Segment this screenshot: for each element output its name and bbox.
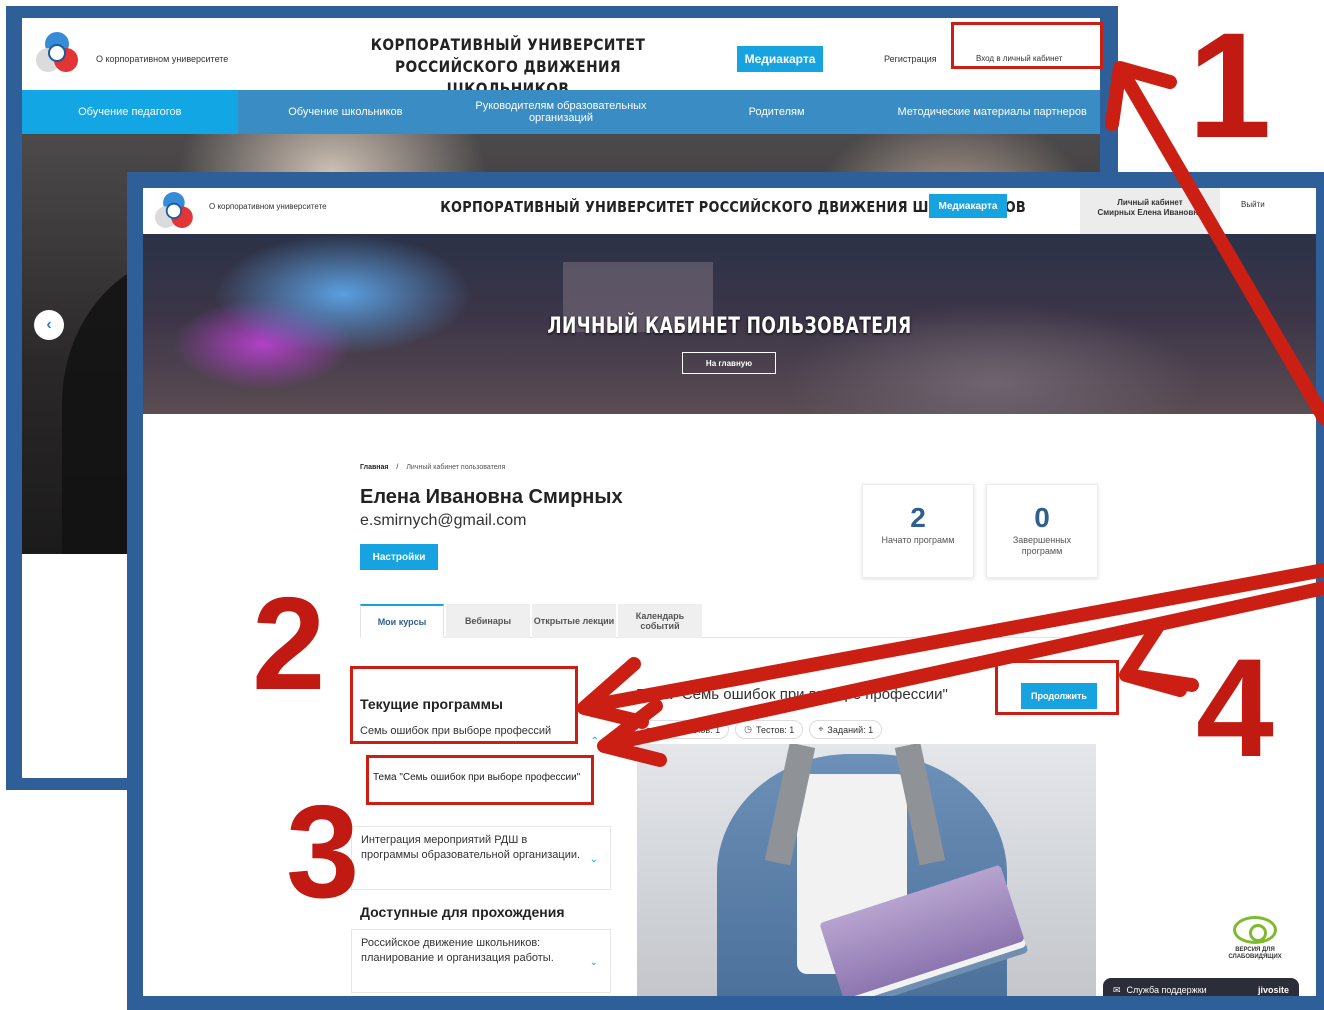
cabinet-menu[interactable]: Личный кабинет Смирных Елена Ивановна bbox=[1080, 188, 1220, 234]
support-chat-button[interactable]: ✉ Служба поддержки jivosite bbox=[1103, 978, 1299, 996]
logout-link[interactable]: Выйти bbox=[1241, 200, 1265, 209]
tasks-chip: ⌖ Заданий: 1 bbox=[809, 720, 883, 739]
program-label: Российское движение школьников: планиров… bbox=[361, 937, 554, 964]
chevron-down-icon[interactable]: ⌄ bbox=[590, 955, 598, 970]
cabinet-hero: Личный кабинет пользователя На главную bbox=[143, 234, 1316, 414]
eye-icon bbox=[1233, 916, 1277, 944]
course-tabs: Мои курсы Вебинары Открытые лекции Кален… bbox=[360, 604, 1100, 638]
chevron-up-icon[interactable]: ⌃ bbox=[591, 734, 599, 749]
nav-item-heads[interactable]: Руководителям образовательных организаци… bbox=[453, 90, 669, 134]
nav-item-parents[interactable]: Родителям bbox=[669, 90, 885, 134]
annotation-box-2 bbox=[350, 666, 578, 744]
breadcrumb-home[interactable]: Главная bbox=[360, 464, 388, 471]
annotation-box-3 bbox=[366, 755, 594, 805]
file-icon: ▭ bbox=[646, 724, 655, 734]
materials-chip: ▭ Материалов: 1 bbox=[637, 720, 730, 739]
nav-item-partners[interactable]: Методические материалы партнеров bbox=[884, 90, 1100, 134]
logo-icon[interactable] bbox=[155, 192, 193, 230]
tab-webinars[interactable]: Вебинары bbox=[446, 604, 530, 638]
cabinet-user: Смирных Елена Ивановна bbox=[1097, 208, 1203, 217]
home-button[interactable]: На главную bbox=[682, 352, 776, 374]
tab-events-calendar[interactable]: Календарь событий bbox=[618, 604, 702, 638]
cabinet-label: Личный кабинет bbox=[1117, 198, 1183, 207]
site-title-line1: Корпоративный университет Российского дв… bbox=[370, 35, 646, 76]
site-title: Корпоративный университет Российского дв… bbox=[440, 198, 1027, 216]
tests-chip: ◷ Тестов: 1 bbox=[735, 720, 804, 739]
low-vision-label: ВЕРСИЯ ДЛЯ СЛАБОВИДЯЩИХ bbox=[1228, 947, 1282, 960]
topic-meta: ▭ Материалов: 1 ◷ Тестов: 1 ⌖ Заданий: 1 bbox=[637, 720, 883, 739]
support-label: Служба поддержки bbox=[1126, 985, 1207, 995]
materials-count: Материалов: 1 bbox=[658, 724, 721, 735]
breadcrumb-separator: / bbox=[396, 464, 399, 471]
about-link[interactable]: О корпоративном университете bbox=[96, 54, 228, 64]
tab-my-courses[interactable]: Мои курсы bbox=[360, 604, 444, 638]
user-email: e.smirnych@gmail.com bbox=[360, 512, 527, 529]
annotation-number-2: 2 bbox=[252, 570, 326, 717]
available-programs-heading: Доступные для прохождения bbox=[360, 904, 565, 920]
task-icon: ⌖ bbox=[818, 724, 824, 734]
media-map-button[interactable]: Медиакарта bbox=[929, 194, 1007, 218]
tab-open-lectures[interactable]: Открытые лекции bbox=[532, 604, 616, 638]
user-name: Елена Ивановна Смирных bbox=[360, 486, 623, 508]
clock-icon: ◷ bbox=[744, 724, 752, 734]
support-brand: jivosite bbox=[1257, 985, 1289, 995]
back-header: О корпоративном университете Корпоративн… bbox=[22, 18, 1100, 98]
chat-icon: ✉ bbox=[1113, 984, 1121, 995]
low-vision-toggle[interactable]: ВЕРСИЯ ДЛЯ СЛАБОВИДЯЩИХ bbox=[1223, 916, 1287, 961]
logo-icon[interactable] bbox=[36, 32, 78, 74]
topic-title: Тема "Семь ошибок при выборе профессии" bbox=[637, 686, 948, 703]
media-map-button[interactable]: Медиакарта bbox=[737, 46, 823, 72]
annotation-arrowhead-1 bbox=[1105, 61, 1177, 131]
stat-started-label: Начато программ bbox=[881, 535, 955, 545]
main-nav: Обучение педагогов Обучение школьников Р… bbox=[22, 90, 1100, 134]
program-item-current-2[interactable]: Интеграция мероприятий РДШ в программы о… bbox=[351, 826, 611, 890]
register-link[interactable]: Регистрация bbox=[884, 54, 937, 64]
slider-prev-icon[interactable]: ‹ bbox=[34, 310, 64, 340]
annotation-number-1: 1 bbox=[1188, 1, 1272, 169]
breadcrumb: Главная / Личный кабинет пользователя bbox=[360, 464, 505, 471]
stat-completed: 0 Завершенных программ bbox=[986, 484, 1098, 578]
tasks-count: Заданий: 1 bbox=[827, 724, 874, 735]
program-label: Интеграция мероприятий РДШ в программы о… bbox=[361, 834, 581, 861]
topic-photo bbox=[637, 744, 1096, 996]
chevron-down-icon[interactable]: ⌄ bbox=[590, 852, 598, 867]
annotation-number-3: 3 bbox=[286, 778, 360, 925]
stat-completed-label: Завершенных программ bbox=[1012, 535, 1072, 556]
annotation-number-4: 4 bbox=[1196, 629, 1274, 786]
stat-started: 2 Начато программ bbox=[862, 484, 974, 578]
nav-item-teachers[interactable]: Обучение педагогов bbox=[22, 90, 238, 134]
annotation-box-4 bbox=[995, 660, 1119, 715]
settings-button[interactable]: Настройки bbox=[360, 544, 438, 570]
about-link[interactable]: О корпоративном университете bbox=[209, 202, 327, 211]
breadcrumb-current: Личный кабинет пользователя bbox=[406, 464, 506, 471]
tests-count: Тестов: 1 bbox=[756, 724, 795, 735]
annotation-box-1 bbox=[951, 22, 1103, 69]
hero-title: Личный кабинет пользователя bbox=[547, 314, 912, 339]
stat-completed-value: 0 bbox=[1034, 502, 1050, 533]
nav-item-students[interactable]: Обучение школьников bbox=[238, 90, 454, 134]
front-header: О корпоративном университете Корпоративн… bbox=[143, 188, 1316, 234]
program-item-available-1[interactable]: Российское движение школьников: планиров… bbox=[351, 929, 611, 993]
stat-started-value: 2 bbox=[910, 502, 926, 533]
